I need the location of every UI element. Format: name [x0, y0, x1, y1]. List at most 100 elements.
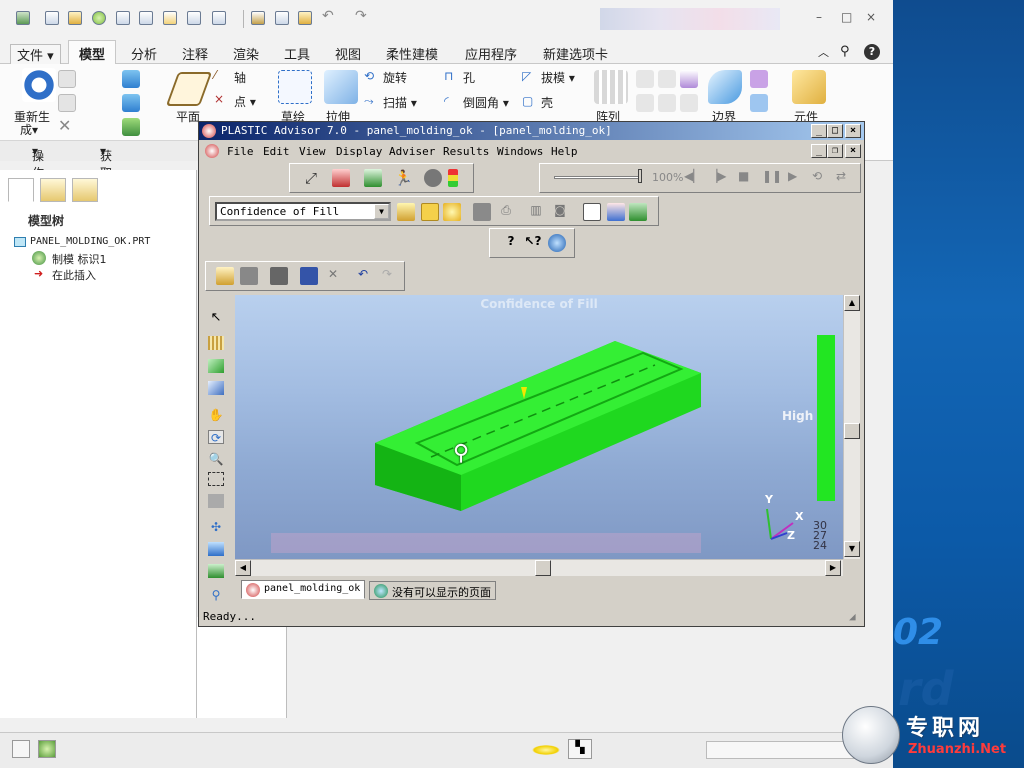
- help-icon[interactable]: ?: [864, 44, 880, 60]
- sweep-icon[interactable]: ⤳: [364, 94, 374, 109]
- check-icon[interactable]: [275, 11, 289, 25]
- user-feature-icon[interactable]: [122, 70, 140, 88]
- windows-dropdown-icon[interactable]: [212, 11, 226, 25]
- vertical-scroll-thumb[interactable]: [844, 423, 860, 439]
- axis-icon[interactable]: ⁄: [214, 68, 216, 82]
- close-button[interactable]: ×: [866, 10, 876, 24]
- axis-label[interactable]: 轴: [234, 69, 246, 86]
- gate-location-icon[interactable]: ⤢: [302, 169, 320, 187]
- advisor-close-button[interactable]: ×: [845, 124, 861, 138]
- doc-tab-no-pages[interactable]: 没有可以显示的页面: [369, 581, 496, 600]
- tree-item-part[interactable]: PANEL_MOLDING_OK.PRT: [30, 236, 150, 247]
- shrinkwrap-icon[interactable]: [122, 118, 140, 136]
- doc-tab-panel[interactable]: panel_molding_ok: [241, 580, 366, 599]
- find-icon[interactable]: ▚: [568, 739, 592, 759]
- undo-icon[interactable]: ↶: [322, 8, 336, 24]
- freestyle-icon[interactable]: [750, 94, 768, 112]
- tab-file[interactable]: 文件 ▾: [10, 44, 61, 65]
- edit-icon[interactable]: [251, 11, 265, 25]
- doc-close-button[interactable]: ×: [845, 144, 861, 158]
- plane-icon[interactable]: [165, 72, 213, 106]
- zoom-all-icon[interactable]: [208, 494, 224, 508]
- filter-field[interactable]: [706, 741, 856, 759]
- web-help-icon[interactable]: [548, 234, 566, 252]
- help-question-icon[interactable]: ?: [502, 234, 520, 252]
- tab-model[interactable]: 模型: [68, 40, 117, 65]
- measure-icon[interactable]: [208, 336, 224, 350]
- zoom-icon[interactable]: 🔍: [208, 452, 224, 466]
- tab-tools[interactable]: 工具: [284, 44, 310, 63]
- horizontal-scroll-thumb[interactable]: [535, 560, 551, 576]
- component-icon[interactable]: [792, 70, 826, 104]
- pattern-icon[interactable]: [594, 70, 628, 104]
- paste-small-icon[interactable]: [58, 94, 76, 112]
- revolve-icon[interactable]: ⟲: [364, 69, 374, 83]
- doc-system-icon[interactable]: [205, 144, 219, 158]
- boundary-blend-icon[interactable]: [708, 70, 742, 104]
- merge-icon[interactable]: [658, 70, 676, 88]
- favorites-tab-icon[interactable]: [72, 178, 98, 202]
- hole-icon[interactable]: ⊓: [444, 69, 453, 83]
- plot-options-icon[interactable]: [421, 203, 439, 221]
- solid-view-icon[interactable]: [473, 203, 491, 221]
- regenerate-icon[interactable]: [92, 11, 106, 25]
- vertical-scrollbar[interactable]: ▲ ▼: [843, 295, 860, 559]
- get-data-group[interactable]: 获取数据 ▾: [100, 144, 112, 214]
- offset-icon[interactable]: [658, 94, 676, 112]
- curve-icon[interactable]: [680, 70, 698, 88]
- select-arrow-icon[interactable]: ↖: [208, 310, 224, 325]
- clipboard-icon[interactable]: [300, 267, 318, 285]
- chevron-down-icon[interactable]: ▼: [374, 204, 389, 219]
- horizontal-scrollbar[interactable]: ◀ ▶: [235, 559, 843, 576]
- print-icon[interactable]: [270, 267, 288, 285]
- axis-orient-icon[interactable]: ✣: [208, 520, 224, 534]
- menu-adviser[interactable]: Adviser: [389, 145, 435, 158]
- round-label[interactable]: 倒圆角 ▾: [463, 94, 509, 111]
- shell-icon[interactable]: ▢: [522, 94, 533, 108]
- new-icon[interactable]: [45, 11, 59, 25]
- tab-render[interactable]: 渲染: [233, 44, 259, 63]
- copy-icon[interactable]: [139, 11, 153, 25]
- print-result-icon[interactable]: ⎙: [497, 203, 515, 221]
- report-wizard-icon[interactable]: [607, 203, 625, 221]
- extrude-icon[interactable]: [324, 70, 358, 104]
- menu-help[interactable]: Help: [551, 145, 578, 158]
- mirror-icon[interactable]: [636, 70, 654, 88]
- tree-item-insert-here[interactable]: 在此插入: [52, 267, 96, 283]
- animation-slider[interactable]: [554, 176, 640, 179]
- context-help-icon[interactable]: ↖?: [524, 234, 542, 252]
- menu-windows[interactable]: Windows: [497, 145, 543, 158]
- tab-annotate[interactable]: 注释: [182, 44, 208, 63]
- tab-flexible-modeling[interactable]: 柔性建模: [386, 44, 438, 63]
- paste-icon[interactable]: [163, 11, 177, 25]
- menu-display[interactable]: Display: [336, 145, 382, 158]
- tree-item-mold[interactable]: 制模 标识1: [52, 251, 107, 267]
- check-doc-icon[interactable]: [364, 169, 382, 187]
- play-icon[interactable]: ▶: [788, 169, 797, 183]
- advisor-app-icon[interactable]: [202, 124, 216, 138]
- pause-icon[interactable]: ❚❚: [762, 169, 782, 183]
- undo-view-icon[interactable]: ↶: [354, 267, 372, 285]
- trim-icon[interactable]: [636, 94, 654, 112]
- browser-toggle-icon[interactable]: [38, 740, 56, 758]
- scroll-left-icon[interactable]: ◀: [235, 560, 251, 576]
- advisor-minimize-button[interactable]: _: [811, 124, 827, 138]
- pan-hand-icon[interactable]: ✋: [208, 408, 224, 422]
- scroll-down-icon[interactable]: ▼: [844, 541, 860, 557]
- result-help-icon[interactable]: [397, 203, 415, 221]
- style-icon[interactable]: [750, 70, 768, 88]
- redo-icon[interactable]: ↷: [355, 8, 369, 24]
- model-view-icon[interactable]: [208, 564, 224, 578]
- minimize-button[interactable]: –: [816, 10, 822, 24]
- view-fit-icon[interactable]: [208, 542, 224, 556]
- redo-view-icon[interactable]: ↷: [378, 267, 396, 285]
- tab-view[interactable]: 视图: [335, 44, 361, 63]
- point-label[interactable]: 点 ▾: [234, 93, 256, 110]
- collapse-ribbon-icon[interactable]: ︿: [818, 44, 829, 60]
- point-icon[interactable]: ×: [214, 92, 224, 106]
- model-tree-tab-icon[interactable]: [8, 178, 34, 202]
- doc-restore-button[interactable]: ❐: [827, 144, 843, 158]
- delete-icon[interactable]: ✕: [58, 116, 71, 135]
- tab-applications[interactable]: 应用程序: [465, 44, 517, 63]
- revolve-label[interactable]: 旋转: [383, 69, 407, 86]
